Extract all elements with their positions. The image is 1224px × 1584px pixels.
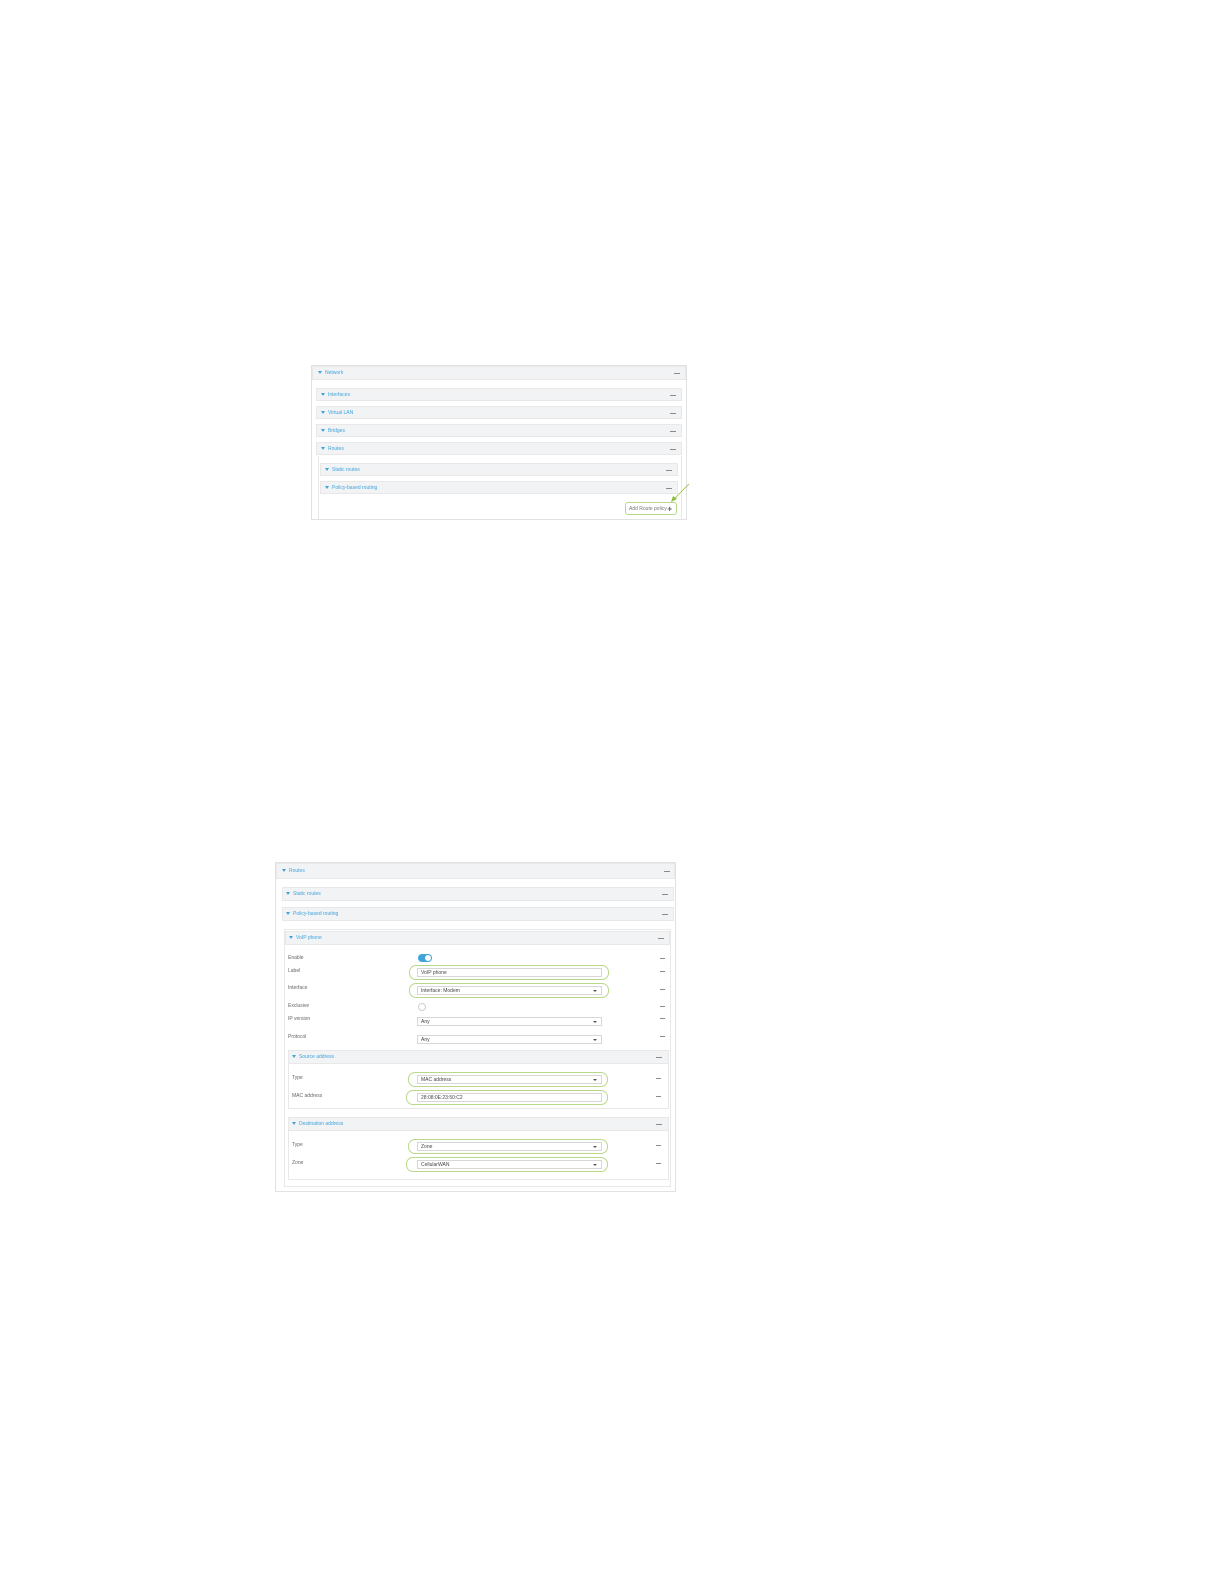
plus-icon: + [667, 504, 672, 513]
virtual-lan-section-header[interactable]: Virtual LAN [316, 406, 682, 419]
collapse-icon[interactable] [666, 469, 672, 471]
static-routes-section-title: Static routes [325, 467, 360, 473]
row-menu-icon[interactable] [656, 1145, 661, 1146]
chevron-right-icon [321, 428, 325, 432]
bridges-section-header[interactable]: Bridges [316, 424, 682, 437]
chevron-down-icon [286, 912, 290, 916]
routes-config-panel: Routes Static routes Policy-based routin… [275, 862, 676, 1192]
chevron-right-icon [286, 892, 290, 896]
chevron-down-icon [321, 446, 325, 450]
mac-address-input[interactable]: 28:08:0E:23:50:C2 [417, 1093, 602, 1102]
destination-address-section-title: Destination address [292, 1121, 343, 1127]
chevron-down-icon [292, 1122, 296, 1126]
static-routes-section-title: Static routes [286, 891, 321, 897]
virtual-lan-section-title: Virtual LAN [321, 410, 353, 416]
destination-type-select[interactable]: Zone [417, 1142, 602, 1151]
collapse-icon[interactable] [674, 373, 680, 374]
zone-label: Zone [292, 1160, 304, 1166]
ip-version-select[interactable]: Any [417, 1017, 602, 1026]
routes-section-title: Routes [282, 868, 305, 874]
interface-label: Interface [288, 985, 308, 991]
destination-type-label: Type [292, 1142, 303, 1148]
network-section-header[interactable]: Network [312, 366, 686, 380]
protocol-label: Protocol [288, 1034, 307, 1040]
interfaces-section-header[interactable]: Interfaces [316, 388, 682, 401]
chevron-right-icon [325, 467, 329, 471]
collapse-icon[interactable] [656, 1057, 662, 1058]
bridges-section-title: Bridges [321, 428, 345, 434]
collapse-icon[interactable] [662, 894, 668, 895]
static-routes-section-header[interactable]: Static routes [282, 887, 674, 901]
policy-routing-section-header[interactable]: Policy-based routing [282, 907, 674, 921]
source-type-label: Type [292, 1075, 303, 1081]
network-config-panel: Network Interfaces Virtual LAN Bridges R… [311, 365, 687, 520]
collapse-icon[interactable] [670, 448, 676, 450]
callout-arrow [671, 483, 690, 502]
routes-section-title: Routes [321, 446, 344, 452]
collapse-icon[interactable] [670, 412, 676, 414]
dropdown-arrow-icon [593, 1021, 597, 1023]
toggle-knob [425, 955, 431, 961]
collapse-icon[interactable] [656, 1124, 662, 1125]
collapse-icon[interactable] [662, 914, 668, 915]
add-route-policy-label: Add Route policy [629, 505, 667, 512]
mac-address-label: MAC address [292, 1093, 323, 1099]
voip-phone-section-header[interactable]: VoIP phone [285, 931, 670, 945]
dropdown-arrow-icon [593, 1164, 597, 1166]
chevron-down-icon [292, 1055, 296, 1059]
collapse-icon[interactable] [664, 871, 670, 872]
row-menu-icon[interactable] [660, 1018, 665, 1019]
chevron-down-icon [325, 485, 329, 489]
row-menu-icon[interactable] [656, 1163, 661, 1164]
row-menu-icon[interactable] [656, 1096, 661, 1097]
label-input[interactable]: VoIP phone [417, 968, 602, 977]
row-menu-icon[interactable] [660, 1036, 665, 1037]
policy-routing-section-title: Policy-based routing [325, 485, 377, 491]
policy-routing-section-title: Policy-based routing [286, 911, 338, 917]
network-section-title: Network [318, 370, 343, 376]
row-menu-icon[interactable] [656, 1078, 661, 1079]
dropdown-arrow-icon [593, 1079, 597, 1081]
collapse-icon[interactable] [670, 430, 676, 432]
dropdown-arrow-icon [593, 990, 597, 992]
voip-phone-section-title: VoIP phone [289, 935, 322, 941]
policy-routing-section-header[interactable]: Policy-based routing [320, 481, 678, 494]
chevron-right-icon [321, 392, 325, 396]
zone-select[interactable]: CellularWAN [417, 1160, 602, 1169]
row-menu-icon[interactable] [660, 989, 665, 990]
static-routes-section-header[interactable]: Static routes [320, 463, 678, 476]
label-label: Label [288, 968, 301, 974]
enable-toggle[interactable] [418, 954, 432, 962]
row-menu-icon[interactable] [660, 971, 665, 972]
enable-label: Enable [288, 955, 304, 961]
routes-section-header[interactable]: Routes [276, 863, 675, 879]
row-menu-icon[interactable] [660, 1006, 665, 1007]
collapse-icon[interactable] [658, 938, 664, 939]
destination-address-section-header[interactable]: Destination address [288, 1117, 669, 1131]
protocol-select[interactable]: Any [417, 1035, 602, 1044]
dropdown-arrow-icon [593, 1039, 597, 1041]
chevron-down-icon [282, 869, 286, 873]
chevron-right-icon [321, 410, 325, 414]
row-menu-icon[interactable] [660, 958, 665, 959]
source-address-section-header[interactable]: Source address [288, 1050, 669, 1064]
exclusive-label: Exclusive [288, 1003, 310, 1009]
dropdown-arrow-icon [593, 1146, 597, 1148]
source-address-section-title: Source address [292, 1054, 334, 1060]
chevron-down-icon [318, 371, 322, 375]
ip-version-label: IP version [288, 1016, 311, 1022]
routes-section-header[interactable]: Routes [316, 442, 682, 455]
interfaces-section-title: Interfaces [321, 392, 350, 398]
chevron-down-icon [289, 936, 293, 940]
exclusive-toggle[interactable] [418, 1003, 426, 1011]
source-type-select[interactable]: MAC address [417, 1075, 602, 1084]
interface-select[interactable]: Interface: Modem [417, 986, 602, 995]
collapse-icon[interactable] [670, 394, 676, 396]
